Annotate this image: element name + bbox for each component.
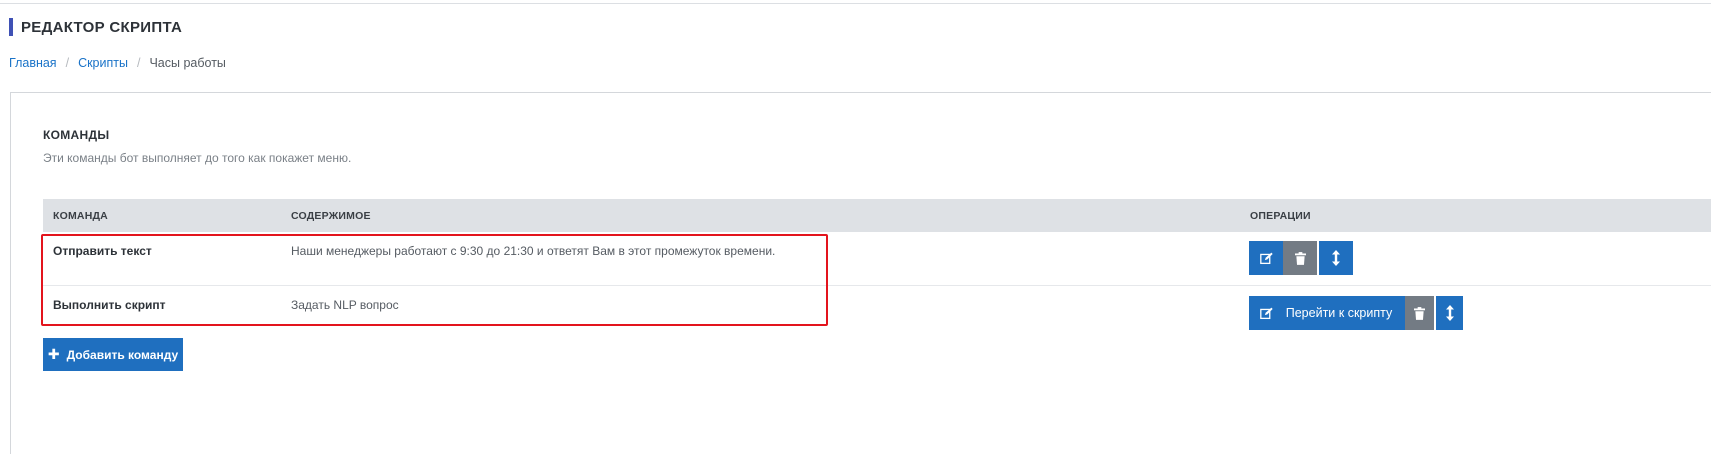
top-divider (0, 3, 1711, 4)
vertical-arrows-icon (1332, 250, 1340, 266)
row-operations (1249, 241, 1353, 275)
move-button[interactable] (1319, 241, 1353, 275)
trash-icon (1414, 306, 1425, 320)
breadcrumb: Главная / Скрипты / Часы работы (9, 56, 226, 70)
commands-section-description: Эти команды бот выполняет до того как по… (43, 151, 352, 165)
add-command-label: Добавить команду (66, 347, 179, 362)
delete-button[interactable] (1405, 296, 1434, 330)
edit-button[interactable] (1249, 296, 1283, 330)
table-row: Отправить текст Наши менеджеры работают … (43, 232, 1711, 286)
breadcrumb-separator: / (136, 56, 141, 70)
trash-icon (1294, 251, 1306, 265)
delete-button[interactable] (1283, 241, 1317, 275)
header-accent-bar (9, 18, 13, 36)
command-cell: Выполнить скрипт (53, 298, 166, 312)
commands-section-title: КОМАНДЫ (43, 128, 110, 142)
breadcrumb-home-link[interactable]: Главная (9, 56, 57, 70)
breadcrumb-scripts-link[interactable]: Скрипты (78, 56, 128, 70)
breadcrumb-separator: / (65, 56, 70, 70)
edit-icon (1259, 252, 1273, 264)
breadcrumb-current: Часы работы (149, 56, 226, 70)
command-cell: Отправить текст (53, 244, 152, 258)
go-to-script-button[interactable]: Перейти к скрипту (1283, 296, 1405, 330)
column-header-command: КОМАНДА (53, 210, 108, 222)
table-row: Выполнить скрипт Задать NLP вопрос Перей… (43, 286, 1711, 339)
row-operations: Перейти к скрипту (1249, 296, 1463, 330)
vertical-arrows-icon (1445, 305, 1454, 321)
column-header-operations: ОПЕРАЦИИ (1250, 210, 1311, 222)
page-header: РЕДАКТОР СКРИПТА (9, 17, 182, 37)
page-title: РЕДАКТОР СКРИПТА (21, 18, 183, 36)
plus-icon: ✚ (47, 346, 60, 362)
commands-table: КОМАНДА СОДЕРЖИМОЕ ОПЕРАЦИИ Отправить те… (43, 199, 1711, 339)
commands-card: КОМАНДЫ Эти команды бот выполняет до тог… (10, 92, 1711, 454)
content-cell: Задать NLP вопрос (291, 298, 399, 312)
table-header: КОМАНДА СОДЕРЖИМОЕ ОПЕРАЦИИ (43, 199, 1711, 232)
column-header-content: СОДЕРЖИМОЕ (291, 210, 371, 222)
edit-button[interactable] (1249, 241, 1283, 275)
edit-icon (1259, 307, 1273, 319)
add-command-button[interactable]: ✚ Добавить команду (43, 338, 183, 371)
move-button[interactable] (1436, 296, 1463, 330)
content-cell: Наши менеджеры работают с 9:30 до 21:30 … (291, 244, 776, 258)
